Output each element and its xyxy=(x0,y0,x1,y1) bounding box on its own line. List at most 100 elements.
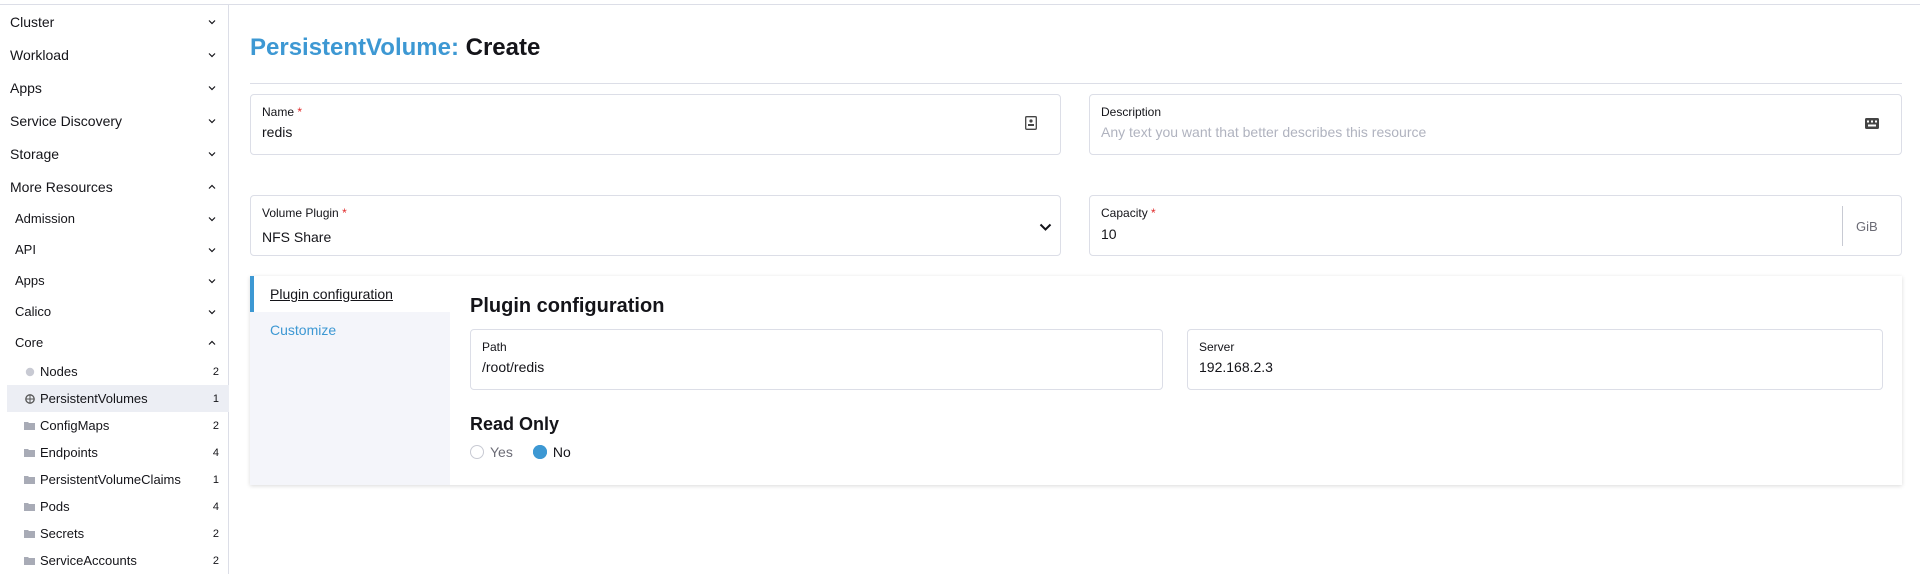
sidebar-item-label: ConfigMaps xyxy=(40,418,110,433)
sidebar-subgroup-label: Admission xyxy=(15,211,75,226)
item-count: 1 xyxy=(212,392,219,405)
sidebar-item-label: Nodes xyxy=(40,364,78,379)
item-count: 2 xyxy=(212,554,219,567)
sidebar-group-label: Service Discovery xyxy=(10,112,123,129)
server-field[interactable]: Server 192.168.2.3 xyxy=(1187,329,1883,390)
chevron-down-icon xyxy=(205,81,219,95)
chevron-down-icon[interactable] xyxy=(1037,219,1053,235)
chevron-up-icon xyxy=(205,180,219,194)
globe-icon xyxy=(24,393,35,404)
chevron-up-icon xyxy=(205,336,219,350)
sidebar-subgroup-label: API xyxy=(15,242,36,257)
description-placeholder[interactable]: Any text you want that better describes … xyxy=(1101,124,1426,140)
volume-plugin-select[interactable]: Volume Plugin * NFS Share xyxy=(250,195,1061,256)
item-count: 4 xyxy=(212,446,219,459)
sidebar-item-persistentvolumeclaims[interactable]: PersistentVolumeClaims 1 xyxy=(7,466,229,493)
name-value[interactable]: redis xyxy=(262,124,292,140)
title-divider xyxy=(250,83,1902,84)
path-field[interactable]: Path /root/redis xyxy=(470,329,1163,390)
sidebar-item-serviceaccounts[interactable]: ServiceAccounts 2 xyxy=(7,547,229,574)
path-value[interactable]: /root/redis xyxy=(482,359,544,375)
sidebar-subgroup-apps[interactable]: Apps xyxy=(0,265,229,296)
item-count: 2 xyxy=(212,527,219,540)
folder-icon xyxy=(24,420,35,431)
chevron-down-icon xyxy=(205,274,219,288)
unit-divider xyxy=(1842,206,1843,246)
chevron-down-icon xyxy=(205,48,219,62)
description-label: Description xyxy=(1101,105,1162,119)
sidebar-subgroup-label: Apps xyxy=(15,273,45,288)
sidebar-subgroup-calico[interactable]: Calico xyxy=(0,296,229,327)
sidebar-group-label: Apps xyxy=(10,79,42,96)
capacity-field[interactable]: Capacity * 10 GiB xyxy=(1089,195,1902,256)
sidebar-subgroup-label: Core xyxy=(15,335,44,350)
sidebar-item-label: PersistentVolumes xyxy=(40,391,148,406)
chevron-down-icon xyxy=(205,15,219,29)
sidebar-item-persistentvolumes[interactable]: PersistentVolumes 1 xyxy=(7,385,229,412)
id-card-icon[interactable] xyxy=(1023,115,1039,131)
radio-yes[interactable]: Yes xyxy=(470,444,513,460)
sidebar-group-workload[interactable]: Workload xyxy=(0,38,229,71)
keyboard-icon[interactable] xyxy=(1864,115,1880,131)
page-title: PersistentVolume: Create xyxy=(250,34,540,62)
server-label: Server xyxy=(1199,340,1235,354)
sidebar-subgroup-api[interactable]: API xyxy=(0,234,229,265)
sidebar-item-pods[interactable]: Pods 4 xyxy=(7,493,229,520)
item-count: 2 xyxy=(212,419,219,432)
sidebar-item-label: PersistentVolumeClaims xyxy=(40,472,181,487)
description-field[interactable]: Description Any text you want that bette… xyxy=(1089,94,1902,155)
radio-label: No xyxy=(552,444,571,460)
page-title-action: Create xyxy=(465,34,541,61)
capacity-label: Capacity * xyxy=(1101,206,1156,220)
sidebar-subgroup-admission[interactable]: Admission xyxy=(0,203,229,234)
tab-plugin-configuration[interactable]: Plugin configuration xyxy=(250,276,450,312)
volume-plugin-label: Volume Plugin * xyxy=(262,206,347,220)
item-count: 2 xyxy=(212,365,219,378)
item-count: 4 xyxy=(212,500,219,513)
sidebar-group-label: Cluster xyxy=(10,13,55,30)
name-field[interactable]: Name * redis xyxy=(250,94,1061,155)
sidebar-group-service-discovery[interactable]: Service Discovery xyxy=(0,104,229,137)
name-label: Name * xyxy=(262,105,303,119)
sidebar-group-storage[interactable]: Storage xyxy=(0,137,229,170)
top-border xyxy=(0,0,1920,5)
server-value[interactable]: 192.168.2.3 xyxy=(1199,359,1273,375)
folder-icon xyxy=(24,555,35,566)
sidebar-group-more-resources[interactable]: More Resources xyxy=(0,170,229,203)
sidebar-subgroup-core[interactable]: Core xyxy=(0,327,229,358)
sidebar-item-label: ServiceAccounts xyxy=(40,553,137,568)
tab-label: Customize xyxy=(270,322,337,338)
sidebar-item-label: Secrets xyxy=(40,526,85,541)
sidebar-subgroup-label: Calico xyxy=(15,304,52,319)
chevron-down-icon xyxy=(205,243,219,257)
sidebar-group-apps[interactable]: Apps xyxy=(0,71,229,104)
sidebar-group-cluster[interactable]: Cluster xyxy=(0,5,229,38)
read-only-title: Read Only xyxy=(470,414,560,434)
sidebar-item-endpoints[interactable]: Endpoints 4 xyxy=(7,439,229,466)
radio-unchecked-icon[interactable] xyxy=(470,445,484,459)
radio-label: Yes xyxy=(490,444,513,460)
sidebar-item-secrets[interactable]: Secrets 2 xyxy=(7,520,229,547)
radio-no[interactable]: No xyxy=(532,444,571,460)
chevron-down-icon xyxy=(205,114,219,128)
read-only-radio-group: Yes No xyxy=(470,444,571,460)
tab-customize[interactable]: Customize xyxy=(250,312,450,348)
sidebar-group-label: Storage xyxy=(10,145,60,162)
path-label: Path xyxy=(482,340,507,354)
tabbed-panel: Plugin configuration Customize Plugin co… xyxy=(250,276,1902,485)
sidebar-item-configmaps[interactable]: ConfigMaps 2 xyxy=(7,412,229,439)
tab-label: Plugin configuration xyxy=(270,286,393,302)
radio-checked-icon[interactable] xyxy=(532,445,547,459)
folder-icon xyxy=(24,474,35,485)
section-title: Plugin configuration xyxy=(470,295,665,317)
sidebar-item-label: Endpoints xyxy=(40,445,98,460)
sidebar-item-label: Pods xyxy=(40,499,70,514)
sidebar-item-nodes[interactable]: Nodes 2 xyxy=(7,358,229,385)
chevron-down-icon xyxy=(205,212,219,226)
chevron-down-icon xyxy=(205,147,219,161)
chevron-down-icon xyxy=(205,305,219,319)
folder-icon xyxy=(24,501,35,512)
tab-list: Plugin configuration Customize xyxy=(250,276,450,485)
capacity-unit: GiB xyxy=(1856,219,1878,234)
capacity-value[interactable]: 10 xyxy=(1101,226,1117,242)
